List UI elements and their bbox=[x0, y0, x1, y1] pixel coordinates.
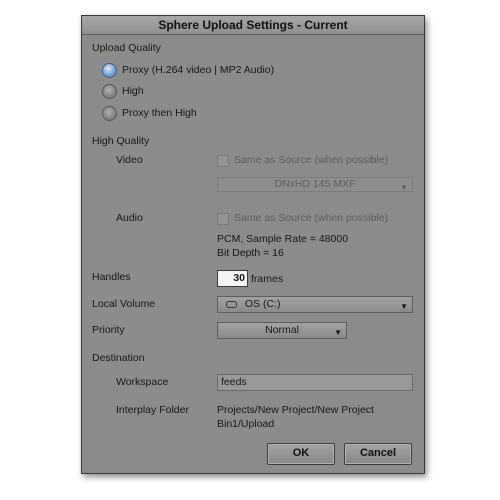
local-volume-label: Local Volume bbox=[92, 298, 156, 310]
video-label: Video bbox=[116, 154, 143, 166]
workspace-value: feeds bbox=[221, 376, 247, 388]
local-volume-dropdown[interactable]: OS (C:) ▼ bbox=[217, 296, 413, 313]
workspace-label: Workspace bbox=[116, 376, 169, 388]
dialog-title: Sphere Upload Settings - Current bbox=[82, 16, 424, 35]
video-same-as-source-checkbox[interactable] bbox=[217, 155, 229, 167]
video-format-value: DNxHD 145 MXF bbox=[274, 178, 356, 190]
video-format-dropdown[interactable]: DNxHD 145 MXF ▼ bbox=[217, 177, 413, 192]
priority-label: Priority bbox=[92, 324, 125, 336]
priority-value: Normal bbox=[265, 324, 299, 336]
workspace-field[interactable]: feeds bbox=[217, 374, 413, 391]
handles-value: 30 bbox=[233, 272, 245, 284]
chevron-down-icon: ▼ bbox=[334, 328, 342, 337]
interplay-folder-label: Interplay Folder bbox=[116, 404, 189, 416]
radio-high[interactable] bbox=[102, 84, 117, 99]
destination-label: Destination bbox=[92, 352, 145, 364]
radio-proxy-then-high-label[interactable]: Proxy then High bbox=[122, 107, 197, 119]
audio-bit-depth-info: Bit Depth = 16 bbox=[217, 247, 284, 259]
ok-button[interactable]: OK bbox=[267, 443, 335, 465]
priority-dropdown[interactable]: Normal ▼ bbox=[217, 322, 347, 339]
high-quality-label: High Quality bbox=[92, 135, 150, 147]
audio-sample-rate-info: PCM, Sample Rate = 48000 bbox=[217, 233, 349, 245]
upload-quality-label: Upload Quality bbox=[92, 42, 161, 54]
radio-proxy[interactable] bbox=[102, 63, 117, 78]
audio-same-as-source-label: Same as Source (when possible) bbox=[234, 212, 389, 224]
local-volume-value: OS (C:) bbox=[244, 298, 281, 310]
audio-same-as-source-checkbox[interactable] bbox=[217, 213, 229, 225]
radio-high-label[interactable]: High bbox=[122, 85, 144, 97]
chevron-down-icon: ▼ bbox=[400, 183, 408, 192]
chevron-down-icon: ▼ bbox=[400, 302, 408, 311]
audio-label: Audio bbox=[116, 212, 143, 224]
cancel-button[interactable]: Cancel bbox=[344, 443, 412, 465]
drive-icon bbox=[226, 300, 237, 308]
video-same-as-source-label: Same as Source (when possible) bbox=[234, 154, 389, 166]
radio-proxy-label[interactable]: Proxy (H.264 video | MP2 Audio) bbox=[122, 64, 274, 76]
handles-label: Handles bbox=[92, 271, 131, 283]
radio-proxy-then-high[interactable] bbox=[102, 106, 117, 121]
interplay-folder-path-line2: Bin1/Upload bbox=[217, 418, 275, 430]
sphere-upload-settings-dialog: Sphere Upload Settings - Current Upload … bbox=[81, 15, 425, 474]
interplay-folder-path-line1: Projects/New Project/New Project bbox=[217, 404, 374, 416]
handles-unit-label: frames bbox=[251, 273, 284, 285]
handles-input[interactable]: 30 bbox=[217, 270, 248, 287]
